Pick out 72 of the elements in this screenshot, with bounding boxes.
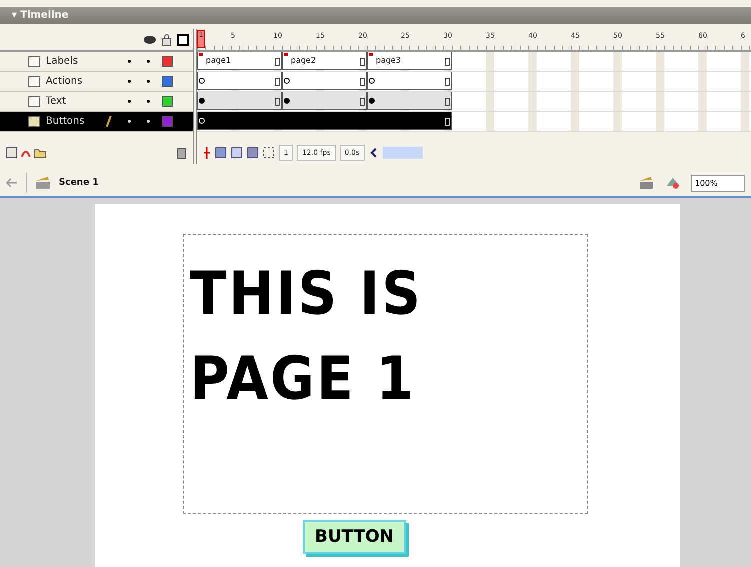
frame-span[interactable]: page2 [282, 52, 367, 70]
add-layer-icon[interactable] [6, 147, 18, 159]
end-frame-icon [445, 78, 450, 86]
stage-button[interactable]: BUTTON [303, 520, 406, 554]
visibility-dot[interactable] [128, 60, 131, 63]
frame-span[interactable] [282, 92, 367, 110]
visibility-dot[interactable] [128, 120, 131, 123]
visibility-dot[interactable] [128, 80, 131, 83]
trash-icon[interactable] [177, 147, 187, 159]
folder-icon[interactable] [34, 147, 47, 159]
end-frame-icon [360, 78, 365, 86]
frame-span[interactable] [282, 72, 367, 90]
frame-label: page2 [291, 56, 316, 65]
frame-label: page1 [206, 56, 232, 65]
panel-title: ▾ Timeline [12, 10, 69, 21]
onion-outline-icon[interactable] [231, 147, 243, 159]
frame-label: page3 [376, 56, 402, 65]
zoom-field[interactable]: 100% [691, 174, 745, 192]
outline-swatch[interactable] [162, 76, 173, 87]
outline-swatch[interactable] [162, 116, 173, 127]
layer-name: Text [46, 96, 68, 107]
outline-swatch[interactable] [162, 96, 173, 107]
scroll-left-icon[interactable] [368, 147, 379, 159]
keyframe-dot [369, 78, 375, 84]
keyframe-dot [199, 78, 205, 84]
visibility-dot[interactable] [128, 100, 131, 103]
frame-span[interactable] [367, 92, 452, 110]
keyframe-dot [199, 118, 205, 124]
end-frame-icon [360, 98, 365, 106]
frame-span[interactable]: page3 [367, 52, 452, 70]
outline-swatch[interactable] [162, 56, 173, 67]
end-frame-icon [275, 98, 280, 106]
lock-dot[interactable] [147, 60, 150, 63]
frame-span[interactable] [367, 72, 452, 90]
scene-name[interactable]: Scene 1 [59, 178, 99, 188]
lock-dot[interactable] [147, 80, 150, 83]
flag-icon [284, 53, 288, 58]
edit-frames-icon[interactable] [247, 147, 259, 159]
end-frame-icon [275, 78, 280, 86]
stage-heading: PAGE 1 [190, 344, 417, 414]
layer-icon [28, 96, 41, 108]
frame-span[interactable] [197, 72, 282, 90]
onion-skin-icon[interactable] [215, 147, 227, 159]
keyframe-dot [284, 78, 290, 84]
layer-row[interactable]: Buttons [0, 112, 193, 132]
scroll-thumb[interactable] [382, 147, 423, 159]
keyframe-dot [284, 98, 290, 104]
end-frame-icon [445, 58, 450, 66]
layer-name: Labels [46, 56, 80, 67]
layer-icon [28, 76, 41, 88]
flag-icon [199, 53, 203, 58]
lock-icon[interactable] [162, 34, 172, 46]
layer-name: Buttons [46, 116, 86, 127]
frame-span[interactable]: page1 [197, 52, 282, 70]
frame-span[interactable] [197, 92, 282, 110]
markers-icon[interactable] [263, 147, 275, 159]
flag-icon [369, 53, 373, 58]
symbol-icon[interactable] [665, 176, 683, 190]
lock-dot[interactable] [147, 100, 150, 103]
lock-dot[interactable] [147, 120, 150, 123]
outline-icon[interactable] [177, 34, 189, 46]
end-frame-icon [445, 98, 450, 106]
stage-heading: THIS IS [190, 259, 424, 328]
keyframe-dot [369, 98, 375, 104]
center-frame-icon[interactable] [203, 147, 211, 159]
layer-icon [28, 116, 41, 128]
end-frame-icon [360, 58, 365, 66]
layer-name: Actions [46, 76, 84, 87]
end-frame-icon [445, 118, 450, 126]
end-frame-icon [275, 58, 280, 66]
layer-icon [28, 56, 41, 68]
keyframe-dot [199, 98, 205, 104]
